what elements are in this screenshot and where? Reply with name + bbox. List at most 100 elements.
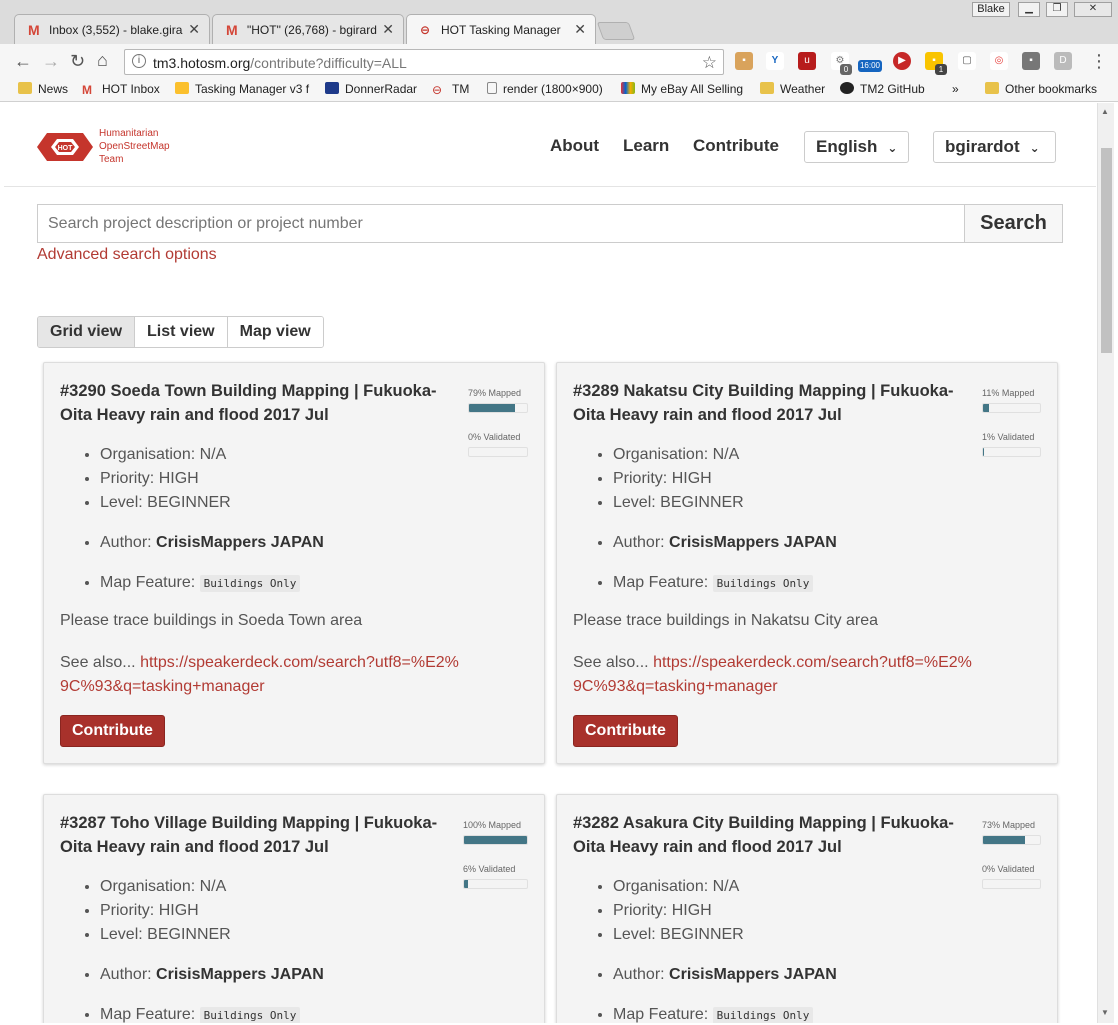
home-icon[interactable]: ⌂ [97,51,108,69]
map-view-button[interactable]: Map view [227,317,323,347]
scroll-up-icon[interactable]: ▲ [1101,107,1109,116]
organisation-item: Organisation: N/A [100,875,324,899]
organisation-label: Organisation: [613,878,709,895]
extension-icon[interactable]: ▪ [1022,52,1040,70]
nav-about[interactable]: About [550,136,599,156]
bookmarks-overflow-icon[interactable]: » [952,82,959,96]
ublock-icon[interactable]: u [798,52,816,70]
extension-icon[interactable]: ◎ [990,52,1008,70]
level-label: Level: [100,926,143,943]
tab-inbox[interactable]: M Inbox (3,552) - blake.gira ✕ [14,14,210,44]
project-card[interactable]: #3282 Asakura City Building Mapping | Fu… [556,794,1058,1023]
mapped-progress-bar [982,403,1041,413]
bookmark-tm2-github[interactable]: TM2 GitHub [840,82,925,96]
bookmark-label: HOT Inbox [102,82,160,96]
organisation-item: Organisation: N/A [100,443,324,467]
organisation-item: Organisation: N/A [613,875,837,899]
validated-progress-fill [464,880,468,888]
address-bar[interactable]: i tm3.hotosm.org/contribute?difficulty=A… [124,49,724,75]
extension-icon[interactable]: D [1054,52,1072,70]
bookmark-star-icon[interactable]: ☆ [702,53,717,73]
advanced-search-link[interactable]: Advanced search options [37,246,217,264]
nav-learn[interactable]: Learn [623,136,669,156]
level-label: Level: [100,494,143,511]
nav-contribute[interactable]: Contribute [693,136,779,156]
view-switcher: Grid view List view Map view [37,316,324,348]
bookmark-label: My eBay All Selling [641,82,744,96]
clock-extension-icon[interactable]: 16:00 [858,60,882,72]
close-icon[interactable]: ✕ [188,21,200,38]
project-title[interactable]: #3282 Asakura City Building Mapping | Fu… [573,811,968,859]
mapped-progress-fill [464,836,527,844]
list-view-button[interactable]: List view [135,317,228,347]
tab-hot-search[interactable]: M "HOT" (26,768) - bgirard ✕ [212,14,404,44]
bookmark-donnerradar[interactable]: DonnerRadar [325,82,417,96]
bookmark-other[interactable]: Other bookmarks [985,82,1097,96]
level-value: BEGINNER [660,926,744,943]
project-card[interactable]: #3290 Soeda Town Building Mapping | Fuku… [43,362,545,764]
tab-title: HOT Tasking Manager [441,23,561,37]
organisation-label: Organisation: [100,878,196,895]
validated-progress-bar [468,447,528,457]
restore-icon[interactable]: ❐ [1046,2,1068,17]
tab-tasking-manager[interactable]: ⊖ HOT Tasking Manager ✕ [406,14,596,44]
bookmark-news[interactable]: News [18,82,68,96]
contribute-button[interactable]: Contribute [60,715,165,747]
page-scrollbar[interactable]: ▲ ▼ [1097,103,1114,1023]
bookmark-hot-inbox[interactable]: M HOT Inbox [82,82,160,97]
contribute-button[interactable]: Contribute [573,715,678,747]
logo-text[interactable]: Humanitarian OpenStreetMap Team [99,127,170,166]
project-card[interactable]: #3289 Nakatsu City Building Mapping | Fu… [556,362,1058,764]
project-card[interactable]: #3287 Toho Village Building Mapping | Fu… [43,794,545,1023]
reload-icon[interactable]: ↻ [70,52,85,70]
level-item: Level: BEGINNER [613,923,837,947]
extension-icon[interactable]: ▪ [735,52,753,70]
back-icon[interactable]: ← [14,52,32,70]
bookmark-ebay[interactable]: My eBay All Selling [621,82,743,96]
priority-value: HIGH [158,902,199,919]
map-feature-item: Map Feature: Buildings Only [100,571,324,596]
close-icon[interactable]: ✕ [382,21,394,38]
bookmark-tasking-manager[interactable]: Tasking Manager v3 f [175,82,309,96]
bookmark-weather[interactable]: Weather [760,82,825,96]
level-value: BEGINNER [147,494,231,511]
organisation-item: Organisation: N/A [613,443,837,467]
user-menu-dropdown[interactable]: bgirardot ⌄ [933,131,1056,163]
language-label: English [816,137,878,156]
menu-icon[interactable]: ⋮ [1090,52,1108,70]
screen-icon[interactable]: ▢ [958,52,976,70]
search-button[interactable]: Search [964,204,1063,243]
window-user-badge[interactable]: Blake [972,2,1010,17]
priority-value: HIGH [671,902,712,919]
validated-progress-bar [982,879,1041,889]
project-title[interactable]: #3287 Toho Village Building Mapping | Fu… [60,811,455,859]
play-icon[interactable]: ▶ [893,52,911,70]
bookmark-tm[interactable]: ⊖ TM [432,82,469,97]
project-title[interactable]: #3290 Soeda Town Building Mapping | Fuku… [60,379,455,427]
validated-label: 6% Validated [463,864,516,874]
info-icon[interactable]: i [132,54,146,68]
scroll-down-icon[interactable]: ▼ [1101,1008,1109,1017]
minimize-icon[interactable]: ▁ [1018,2,1040,17]
close-icon[interactable]: ✕ [574,21,586,38]
mapped-progress-fill [983,404,990,412]
priority-label: Priority: [100,902,155,919]
map-feature-item: Map Feature: Buildings Only [613,571,837,596]
extension-icon[interactable]: Y [766,52,784,70]
language-dropdown[interactable]: English ⌄ [804,131,909,163]
logo-line: OpenStreetMap [99,141,170,152]
close-window-icon[interactable]: ✕ [1074,2,1112,17]
map-feature-item: Map Feature: Buildings Only [100,1003,324,1023]
forward-icon[interactable]: → [42,52,60,70]
priority-item: Priority: HIGH [100,467,324,491]
project-title[interactable]: #3289 Nakatsu City Building Mapping | Fu… [573,379,968,427]
new-tab-button[interactable] [596,22,636,40]
priority-item: Priority: HIGH [100,899,324,923]
search-input[interactable] [37,204,965,243]
grid-view-button[interactable]: Grid view [38,317,136,347]
map-feature-label: Map Feature: [100,1006,196,1023]
hot-logo-icon[interactable]: HOT [37,129,93,165]
bookmark-render[interactable]: render (1800×900) [487,82,603,96]
logo-line: Humanitarian [99,128,159,139]
scrollbar-thumb[interactable] [1101,148,1112,353]
